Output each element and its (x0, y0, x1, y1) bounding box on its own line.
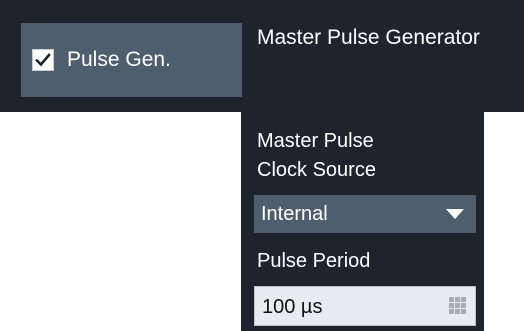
clock-source-select[interactable]: Internal (254, 195, 476, 233)
master-pulse-header-panel: Pulse Gen. Master Pulse Generator (0, 0, 524, 112)
pulse-period-input[interactable]: 100 µs (254, 286, 476, 326)
pulse-gen-checkbox[interactable] (32, 49, 54, 71)
checkmark-icon (35, 53, 51, 67)
clock-source-label-line2: Clock Source (257, 159, 376, 181)
pulse-period-value: 100 µs (262, 296, 323, 318)
pulse-gen-toggle-button[interactable]: Pulse Gen. (21, 23, 242, 97)
pulse-gen-label: Pulse Gen. (67, 48, 171, 71)
pulse-period-label: Pulse Period (257, 250, 371, 272)
clock-source-value: Internal (261, 203, 328, 225)
pulse-settings-panel: Master Pulse Clock Source Internal Pulse… (241, 112, 484, 331)
clock-source-label-line1: Master Pulse (257, 130, 374, 152)
keypad-icon[interactable] (449, 297, 466, 314)
triangle-down-icon (446, 209, 464, 219)
section-title: Master Pulse Generator (257, 26, 480, 49)
